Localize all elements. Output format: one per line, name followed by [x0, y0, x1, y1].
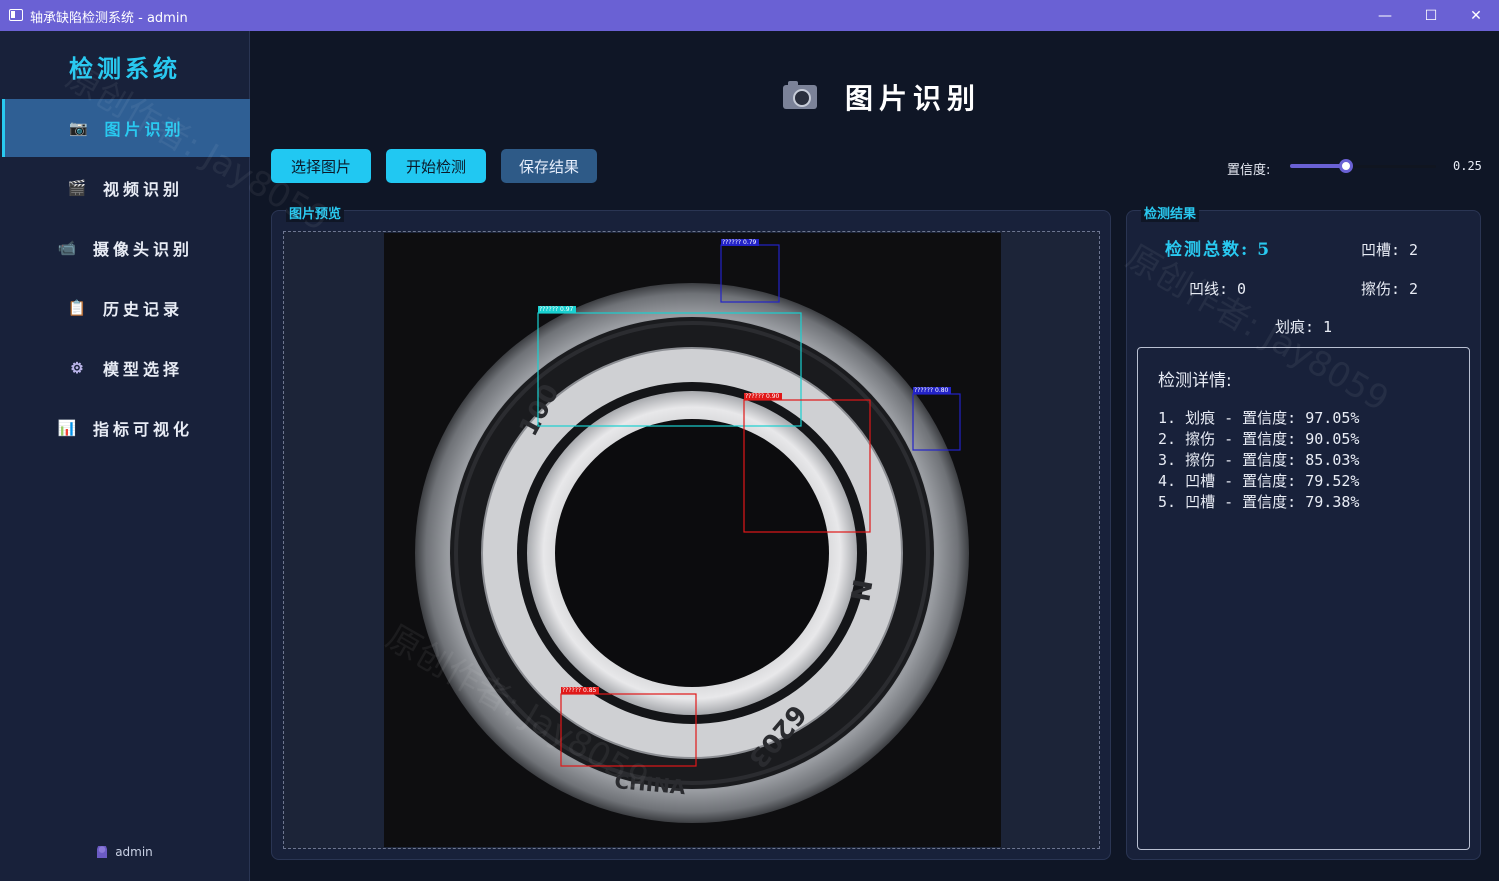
- confidence-slider[interactable]: [1290, 156, 1436, 176]
- bearing-image-graphic: 100 N 6203 CHINA ?????? 0.79 ?????? 0.97…: [415, 239, 969, 823]
- save-result-button[interactable]: 保存结果: [501, 149, 597, 183]
- confidence-label: 置信度:: [1227, 163, 1271, 178]
- user-icon: [97, 846, 108, 858]
- total-count: 检测总数: 5: [1165, 240, 1272, 260]
- minimize-button[interactable]: —: [1362, 0, 1408, 31]
- scratch-count: 划痕: 1: [1275, 318, 1333, 336]
- maximize-button[interactable]: ☐: [1408, 0, 1454, 31]
- camera-icon: 📷: [69, 119, 92, 137]
- page-title: 图片识别: [783, 77, 981, 117]
- sidebar-item-label: 指标可视化: [92, 420, 193, 439]
- results-panel: 检测结果 检测总数: 5 凹槽: 2 凹线: 0 擦伤: 2 划痕: 1 检测详…: [1126, 203, 1481, 860]
- bar-chart-icon: 📊: [57, 419, 81, 437]
- clipboard-icon: 📋: [67, 299, 91, 317]
- clapperboard-icon: 🎬: [67, 179, 91, 197]
- app-icon: [9, 9, 23, 21]
- window-title: 轴承缺陷检测系统 - admin: [30, 11, 188, 26]
- list-item: 5. 凹槽 - 置信度: 79.38%: [1158, 493, 1360, 511]
- window-titlebar: 轴承缺陷检测系统 - admin — ☐ ✕: [0, 0, 1499, 31]
- sidebar-item-video-detection[interactable]: 🎬 视频识别: [2, 159, 250, 217]
- main-content: 图片识别 选择图片 开始检测 保存结果 置信度: 0.25 图片预览 100 N…: [59, 31, 1499, 881]
- sidebar-item-label: 摄像头识别: [92, 240, 193, 259]
- list-item: 4. 凹槽 - 置信度: 79.52%: [1158, 472, 1360, 490]
- video-camera-icon: 📹: [57, 239, 81, 257]
- sidebar-item-model-select[interactable]: ⚙ 模型选择: [2, 339, 250, 397]
- sidebar-item-camera-detection[interactable]: 📹 摄像头识别: [2, 219, 250, 277]
- image-preview-area: 100 N 6203 CHINA ?????? 0.79 ?????? 0.97…: [283, 231, 1100, 849]
- groove-count: 凹槽: 2: [1361, 241, 1419, 259]
- detail-title: 检测详情:: [1158, 371, 1232, 391]
- sidebar-item-image-detection[interactable]: 📷 图片识别: [2, 99, 250, 157]
- list-item: 1. 划痕 - 置信度: 97.05%: [1158, 409, 1360, 427]
- results-panel-title: 检测结果: [1141, 203, 1200, 222]
- sidebar-item-label: 模型选择: [102, 360, 183, 379]
- sidebar-item-label: 历史记录: [102, 300, 183, 319]
- detail-list: 1. 划痕 - 置信度: 97.05% 2. 擦伤 - 置信度: 90.05% …: [1158, 408, 1359, 513]
- page-title-text: 图片识别: [845, 82, 982, 115]
- sidebar-item-label: 视频识别: [102, 180, 183, 199]
- sidebar-item-label: 图片识别: [104, 120, 185, 139]
- user-name: admin: [115, 845, 153, 859]
- bearing-image: 100 N 6203 CHINA ?????? 0.79 ?????? 0.97…: [384, 233, 1001, 847]
- slider-handle[interactable]: [1339, 159, 1353, 173]
- sidebar-item-metrics[interactable]: 📊 指标可视化: [2, 399, 250, 457]
- sidebar: 检测系统 📷 图片识别 🎬 视频识别 📹 摄像头识别 📋 历史记录 ⚙ 模型选择…: [0, 31, 250, 881]
- close-button[interactable]: ✕: [1453, 0, 1499, 31]
- list-item: 2. 擦伤 - 置信度: 90.05%: [1158, 430, 1360, 448]
- preview-panel-title: 图片预览: [286, 203, 345, 222]
- preview-panel: 图片预览 100 N 6203 CHINA ?????? 0.79 ??????…: [271, 203, 1111, 860]
- abrasion-count: 擦伤: 2: [1361, 280, 1419, 298]
- sidebar-brand: 检测系统: [69, 54, 181, 83]
- start-detection-button[interactable]: 开始检测: [386, 149, 486, 183]
- confidence-value: 0.25: [1453, 159, 1482, 173]
- detection-box-label: ?????? 0.97: [539, 306, 574, 313]
- sidebar-item-history[interactable]: 📋 历史记录: [2, 279, 250, 337]
- detection-box-label: ?????? 0.90: [745, 393, 780, 400]
- detection-details[interactable]: 检测详情: 1. 划痕 - 置信度: 97.05% 2. 擦伤 - 置信度: 9…: [1137, 347, 1470, 850]
- gear-icon: ⚙: [70, 359, 88, 377]
- camera-icon: [783, 81, 817, 109]
- list-item: 3. 擦伤 - 置信度: 85.03%: [1158, 451, 1360, 469]
- detection-box-label: ?????? 0.80: [914, 387, 949, 394]
- slider-fill: [1290, 164, 1346, 168]
- detection-box-label: ?????? 0.79: [722, 239, 757, 246]
- select-image-button[interactable]: 选择图片: [271, 149, 371, 183]
- dent-line-count: 凹线: 0: [1189, 280, 1247, 298]
- current-user: admin: [0, 845, 250, 859]
- detection-box-label: ?????? 0.85: [562, 687, 597, 694]
